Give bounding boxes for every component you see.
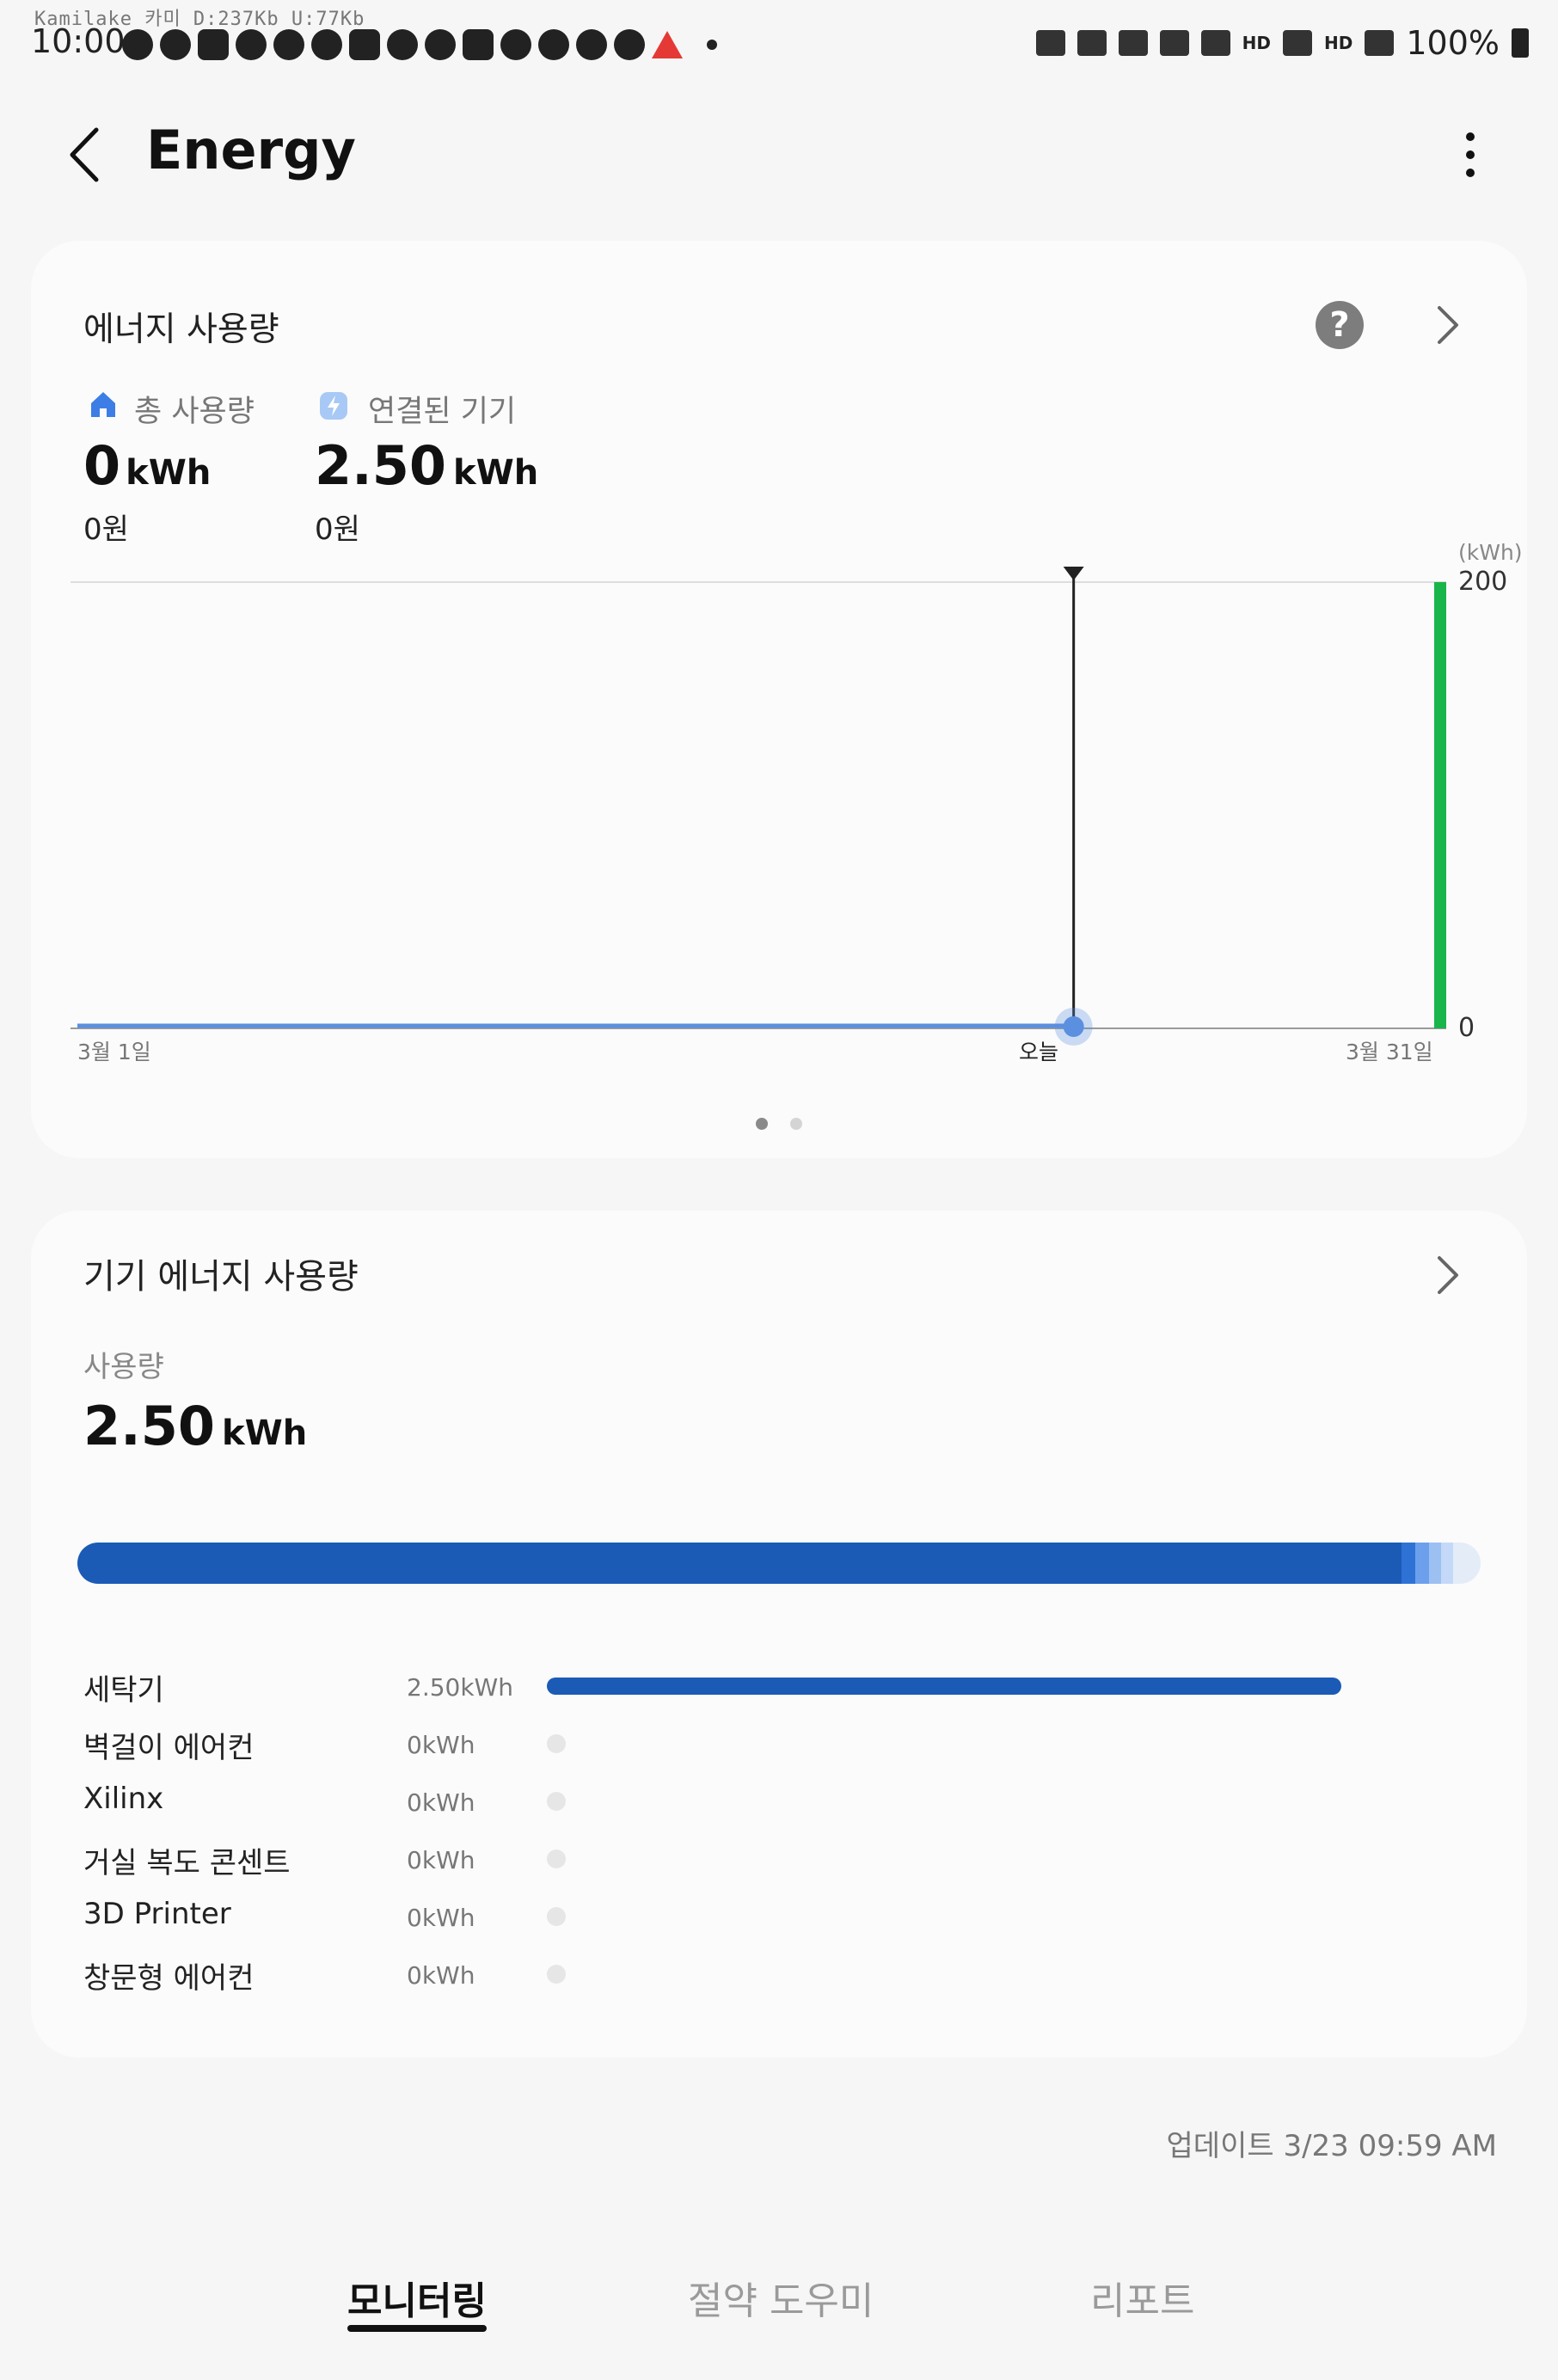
message-icon [198, 29, 229, 60]
notification-icons [122, 29, 717, 60]
device-usage-dot [547, 1965, 566, 1984]
status-time: 10:00 [31, 22, 126, 60]
device-usage-bar [547, 1678, 1341, 1695]
chevron-right-icon[interactable] [1431, 301, 1465, 349]
usage-bar-segment [1402, 1543, 1415, 1584]
device-usage: 2.50kWh [407, 1673, 513, 1702]
y-tick-max: 200 [1458, 567, 1507, 597]
total-usage-value: 0 kWh [83, 434, 212, 497]
wifi-icon [1200, 30, 1230, 56]
device-usage-dot [547, 1907, 566, 1926]
energy-usage-chart[interactable]: (kWh) 200 0 3월 1일 오늘 3월 31일 [0, 533, 1558, 1066]
device-name[interactable]: 거실 복도 콘센트 [83, 1839, 291, 1881]
battery-icon [1512, 28, 1529, 58]
plug-icon [320, 392, 347, 420]
signal-icon [1283, 30, 1313, 56]
device-card-title: 기기 에너지 사용량 [83, 1257, 359, 1297]
device-usage: 0kWh [407, 1961, 475, 1990]
app-icon [387, 29, 418, 60]
usage-value: 2.50 kWh [83, 1395, 308, 1457]
back-button[interactable] [60, 125, 112, 185]
talk-icon [122, 29, 153, 60]
warning-icon [652, 31, 683, 58]
device-name[interactable]: 3D Printer [83, 1897, 231, 1931]
device-usage: 0kWh [407, 1846, 475, 1874]
discord-icon [538, 29, 569, 60]
today-point[interactable] [1063, 1016, 1084, 1037]
bluetooth-icon [1118, 30, 1148, 56]
talk-icon [160, 29, 191, 60]
discord-icon [576, 29, 607, 60]
total-usage-label: 총 사용량 [134, 395, 255, 429]
y-tick-zero: 0 [1458, 1013, 1475, 1043]
device-name[interactable]: 벽걸이 에어컨 [83, 1724, 255, 1766]
device-usage-dot [547, 1792, 566, 1811]
device-name[interactable]: 창문형 에어컨 [83, 1954, 255, 1997]
device-name[interactable]: 세탁기 [83, 1666, 164, 1708]
device-usage: 0kWh [407, 1904, 475, 1932]
app-icon [425, 29, 456, 60]
help-icon[interactable]: ? [1316, 301, 1364, 349]
device-name[interactable]: Xilinx [83, 1782, 163, 1816]
pay-icon [463, 29, 494, 60]
usage-bar-segment [1441, 1543, 1453, 1584]
energy-card-title: 에너지 사용량 [83, 310, 279, 349]
pager-dot-active[interactable] [756, 1118, 768, 1130]
usage-stacked-bar [77, 1543, 1481, 1584]
discord-icon [500, 29, 531, 60]
device-usage-dot [547, 1849, 566, 1868]
telegram-icon [349, 29, 380, 60]
chevron-right-icon[interactable] [1431, 1251, 1465, 1299]
discord-icon [614, 29, 645, 60]
device-usage: 0kWh [407, 1731, 475, 1759]
x-tick-start: 3월 1일 [77, 1040, 151, 1064]
active-tab-indicator [347, 2325, 487, 2332]
battery-percent: 100% [1406, 24, 1500, 62]
device-usage: 0kWh [407, 1788, 475, 1817]
hd-voice-icon: HD [1324, 33, 1353, 53]
connected-devices-label: 연결된 기기 [368, 395, 517, 429]
vpn-key-icon [1035, 30, 1065, 56]
x-tick-end: 3월 31일 [1346, 1040, 1433, 1064]
usage-bar-segment [77, 1543, 1402, 1584]
last-update-text: 업데이트 3/23 09:59 AM [1166, 2129, 1497, 2163]
tab-report[interactable]: 리포트 [1090, 2270, 1194, 2325]
hd-voice-icon: HD [1242, 33, 1272, 53]
usage-bar-segment [1429, 1543, 1441, 1584]
connected-usage-value: 2.50 kWh [315, 434, 539, 497]
y-axis-unit: (kWh) [1458, 540, 1523, 565]
page-title: Energy [146, 119, 356, 181]
mute-icon [1159, 30, 1189, 56]
discord-icon [311, 29, 342, 60]
pager-dot[interactable] [790, 1118, 802, 1130]
signal-icon [1365, 30, 1395, 56]
today-marker-triangle-icon [1063, 567, 1084, 580]
system-status-icons: HD HD 100% [1035, 24, 1529, 62]
target-bar [1434, 582, 1446, 1028]
tab-saving-assistant[interactable]: 절약 도우미 [688, 2270, 874, 2325]
discord-icon [236, 29, 267, 60]
alarm-icon [1076, 30, 1107, 56]
home-icon [91, 392, 115, 417]
x-tick-today: 오늘 [1019, 1040, 1058, 1064]
discord-icon [273, 29, 304, 60]
usage-label: 사용량 [83, 1350, 164, 1384]
tab-monitoring[interactable]: 모니터링 [347, 2270, 487, 2325]
device-usage-dot [547, 1734, 566, 1753]
device-energy-card[interactable] [31, 1211, 1527, 2058]
more-notifications-dot-icon [707, 40, 717, 50]
usage-bar-segment [1415, 1543, 1429, 1584]
more-options-icon[interactable] [1453, 129, 1487, 181]
